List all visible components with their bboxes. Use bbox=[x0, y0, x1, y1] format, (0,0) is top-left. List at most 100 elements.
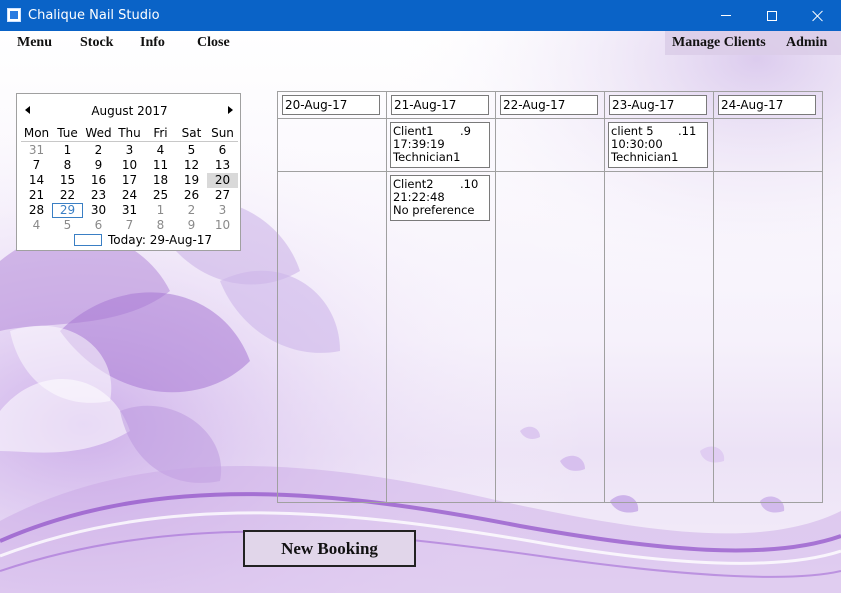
calendar-day[interactable]: 7 bbox=[21, 158, 52, 173]
calendar-day[interactable]: 1 bbox=[52, 143, 83, 158]
calendar-day[interactable]: 19 bbox=[176, 173, 207, 188]
calendar-week-row: 28 29 30 31 1 2 3 bbox=[21, 203, 238, 218]
month-calendar[interactable]: August 2017 Mon Tue Wed Thu Fri Sat Sun … bbox=[16, 93, 241, 251]
calendar-day[interactable]: 3 bbox=[114, 143, 145, 158]
weekday-label: Thu bbox=[118, 126, 141, 140]
booking-client: client 5 bbox=[611, 124, 654, 138]
calendar-day[interactable]: 14 bbox=[21, 173, 52, 188]
calendar-day[interactable]: 13 bbox=[207, 158, 238, 173]
calendar-day[interactable]: 5 bbox=[52, 218, 83, 233]
close-icon bbox=[812, 10, 824, 22]
calendar-day[interactable]: 17 bbox=[114, 173, 145, 188]
menu-admin[interactable]: Admin bbox=[786, 35, 827, 51]
date-field[interactable]: 24-Aug-17 bbox=[718, 95, 816, 115]
day-column: 23-Aug-17 client 5 .11 10:30:00 Technici… bbox=[605, 92, 714, 502]
today-label: Today: 29-Aug-17 bbox=[108, 233, 213, 247]
calendar-weekday-header: Mon Tue Wed Thu Fri Sat Sun bbox=[21, 126, 238, 142]
menu-close[interactable]: Close bbox=[197, 35, 230, 51]
window-title: Chalique Nail Studio bbox=[28, 8, 160, 23]
app-icon bbox=[7, 8, 21, 22]
today-marker-icon bbox=[74, 234, 102, 246]
calendar-day[interactable]: 1 bbox=[145, 203, 176, 218]
weekday-label: Wed bbox=[85, 126, 112, 140]
calendar-day[interactable]: 24 bbox=[114, 188, 145, 203]
booking-card[interactable]: Client2 .10 21:22:48 No preference bbox=[390, 175, 490, 221]
booking-header: Client1 .9 bbox=[393, 125, 489, 138]
next-month-arrow-icon[interactable] bbox=[228, 106, 233, 114]
day-column: 20-Aug-17 bbox=[278, 92, 387, 502]
menu-stock[interactable]: Stock bbox=[80, 35, 113, 51]
calendar-day[interactable]: 10 bbox=[207, 218, 238, 233]
weekday-label: Sat bbox=[181, 126, 202, 140]
close-window-button[interactable] bbox=[795, 0, 841, 31]
booking-technician: Technician1 bbox=[611, 150, 679, 164]
date-field[interactable]: 23-Aug-17 bbox=[609, 95, 707, 115]
calendar-week-row: 21 22 23 24 25 26 27 bbox=[21, 188, 238, 203]
weekday-label: Sun bbox=[211, 126, 234, 140]
calendar-day[interactable]: 31 bbox=[21, 143, 52, 158]
menu-bar: Menu Stock Info Close Manage Clients Adm… bbox=[0, 31, 841, 55]
title-bar: Chalique Nail Studio bbox=[0, 0, 841, 31]
calendar-day[interactable]: 3 bbox=[207, 203, 238, 218]
calendar-day[interactable]: 5 bbox=[176, 143, 207, 158]
date-field[interactable]: 21-Aug-17 bbox=[391, 95, 489, 115]
calendar-day[interactable]: 27 bbox=[207, 188, 238, 203]
calendar-day[interactable]: 23 bbox=[83, 188, 114, 203]
day-column: 22-Aug-17 bbox=[496, 92, 605, 502]
menu-info[interactable]: Info bbox=[140, 35, 165, 51]
maximize-icon bbox=[767, 10, 777, 21]
booking-client: Client2 bbox=[393, 177, 434, 191]
calendar-day-today[interactable]: 29 bbox=[52, 203, 83, 218]
calendar-day[interactable]: 25 bbox=[145, 188, 176, 203]
menu-manage-clients[interactable]: Manage Clients bbox=[672, 35, 766, 51]
date-field[interactable]: 22-Aug-17 bbox=[500, 95, 598, 115]
calendar-day[interactable]: 9 bbox=[83, 158, 114, 173]
calendar-month-title[interactable]: August 2017 bbox=[17, 104, 242, 118]
calendar-day[interactable]: 2 bbox=[176, 203, 207, 218]
booking-client: Client1 bbox=[393, 124, 434, 138]
calendar-day[interactable]: 26 bbox=[176, 188, 207, 203]
calendar-day[interactable]: 2 bbox=[83, 143, 114, 158]
calendar-day[interactable]: 4 bbox=[145, 143, 176, 158]
calendar-day[interactable]: 28 bbox=[21, 203, 52, 218]
date-field[interactable]: 20-Aug-17 bbox=[282, 95, 380, 115]
booking-number: .9 bbox=[460, 124, 471, 138]
calendar-week-row: 31 1 2 3 4 5 6 bbox=[21, 143, 238, 158]
calendar-day[interactable]: 11 bbox=[145, 158, 176, 173]
calendar-week-row: 7 8 9 10 11 12 13 bbox=[21, 158, 238, 173]
booking-schedule-grid: 20-Aug-17 21-Aug-17 Client1 .9 17:39:19 … bbox=[277, 91, 823, 503]
calendar-day[interactable]: 6 bbox=[207, 143, 238, 158]
booking-card[interactable]: Client1 .9 17:39:19 Technician1 bbox=[390, 122, 490, 168]
booking-header: client 5 .11 bbox=[611, 125, 707, 138]
calendar-day[interactable]: 12 bbox=[176, 158, 207, 173]
calendar-day[interactable]: 7 bbox=[114, 218, 145, 233]
booking-number: .10 bbox=[460, 177, 479, 191]
weekday-label: Mon bbox=[23, 126, 50, 140]
booking-technician: Technician1 bbox=[393, 150, 461, 164]
calendar-day[interactable]: 10 bbox=[114, 158, 145, 173]
calendar-day[interactable]: 16 bbox=[83, 173, 114, 188]
menu-menu[interactable]: Menu bbox=[17, 35, 52, 51]
calendar-day[interactable]: 6 bbox=[83, 218, 114, 233]
calendar-day[interactable]: 21 bbox=[21, 188, 52, 203]
calendar-day[interactable]: 8 bbox=[145, 218, 176, 233]
new-booking-button[interactable]: New Booking bbox=[243, 530, 416, 567]
minimize-button[interactable] bbox=[703, 0, 749, 31]
calendar-week-row: 14 15 16 17 18 19 20 bbox=[21, 173, 238, 188]
calendar-day[interactable]: 31 bbox=[114, 203, 145, 218]
calendar-day[interactable]: 30 bbox=[83, 203, 114, 218]
calendar-day-selected[interactable]: 20 bbox=[207, 173, 238, 188]
booking-header: Client2 .10 bbox=[393, 178, 489, 191]
calendar-day[interactable]: 4 bbox=[21, 218, 52, 233]
calendar-day[interactable]: 22 bbox=[52, 188, 83, 203]
minimize-icon bbox=[721, 15, 731, 16]
day-column: 24-Aug-17 bbox=[714, 92, 822, 502]
maximize-button[interactable] bbox=[749, 0, 795, 31]
calendar-day[interactable]: 9 bbox=[176, 218, 207, 233]
calendar-day[interactable]: 18 bbox=[145, 173, 176, 188]
calendar-day[interactable]: 8 bbox=[52, 158, 83, 173]
calendar-day[interactable]: 15 bbox=[52, 173, 83, 188]
booking-technician: No preference bbox=[393, 203, 475, 217]
calendar-today-link[interactable]: Today: 29-Aug-17 bbox=[74, 233, 212, 247]
booking-card[interactable]: client 5 .11 10:30:00 Technician1 bbox=[608, 122, 708, 168]
